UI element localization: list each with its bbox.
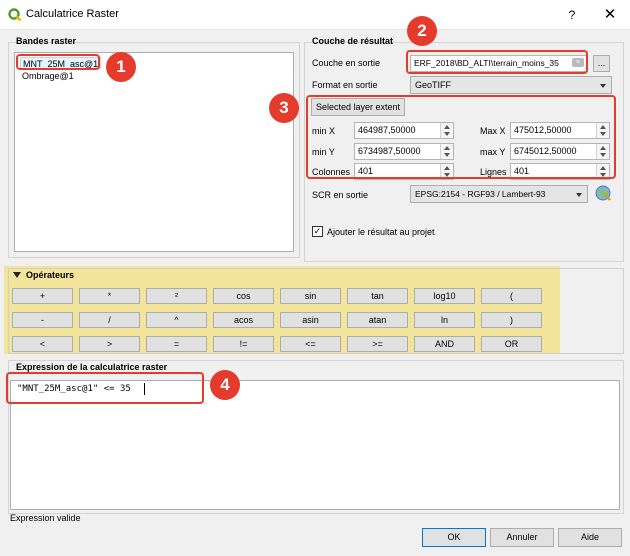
marker-2: 2 (407, 16, 437, 46)
operator-button[interactable]: <= (280, 336, 341, 352)
qgis-logo-icon (8, 8, 22, 22)
output-layer-label: Couche en sortie (312, 58, 381, 68)
highlight-box-3 (306, 95, 616, 179)
collapse-arrow-icon[interactable] (13, 272, 21, 278)
add-to-project-checkbox[interactable]: ✓ (312, 226, 323, 237)
status-text: Expression valide (10, 513, 81, 523)
operator-button[interactable]: cos (213, 288, 274, 304)
operator-button[interactable]: + (12, 288, 73, 304)
operator-button[interactable]: ( (481, 288, 542, 304)
highlight-box-1 (16, 54, 100, 70)
bands-list[interactable]: MNT_25M_asc@1 Ombrage@1 (14, 52, 294, 252)
browse-button[interactable]: ... (593, 55, 610, 72)
add-to-project-label: Ajouter le résultat au projet (327, 227, 435, 237)
operator-button[interactable]: ^ (146, 312, 207, 328)
operator-button[interactable]: atan (347, 312, 408, 328)
operator-button[interactable]: * (79, 288, 140, 304)
marker-1: 1 (106, 52, 136, 82)
crs-label: SCR en sortie (312, 190, 369, 200)
highlight-box-4 (6, 372, 204, 404)
operator-button[interactable]: >= (347, 336, 408, 352)
result-group-title: Couche de résultat (312, 36, 394, 46)
operator-button[interactable]: ) (481, 312, 542, 328)
format-select[interactable]: GeoTIFF (410, 76, 612, 94)
operator-button[interactable]: asin (280, 312, 341, 328)
operators-group-title: Opérateurs (26, 270, 75, 280)
operator-button[interactable]: != (213, 336, 274, 352)
operator-button[interactable]: OR (481, 336, 542, 352)
operator-button[interactable]: log10 (414, 288, 475, 304)
operator-button[interactable]: ln (414, 312, 475, 328)
expression-group-title: Expression de la calculatrice raster (16, 362, 168, 372)
crs-value: EPSG:2154 - RGF93 / Lambert-93 (415, 189, 546, 199)
help-button[interactable]: Aide (558, 528, 622, 547)
operator-button[interactable]: / (79, 312, 140, 328)
bands-group-title: Bandes raster (16, 36, 77, 46)
operator-button[interactable]: sin (280, 288, 341, 304)
ok-button[interactable]: OK (422, 528, 486, 547)
operator-button[interactable]: tan (347, 288, 408, 304)
operator-button[interactable]: acos (213, 312, 274, 328)
chevron-down-icon (576, 193, 582, 197)
window-title: Calculatrice Raster (26, 8, 119, 20)
title-bar: Calculatrice Raster ? ✕ (0, 0, 630, 30)
operator-button[interactable]: AND (414, 336, 475, 352)
operator-button[interactable]: - (12, 312, 73, 328)
highlight-box-2 (406, 50, 588, 74)
marker-3: 3 (269, 93, 299, 123)
chevron-down-icon (600, 84, 606, 88)
crs-selector-icon[interactable] (594, 184, 612, 202)
operator-button[interactable]: ² (146, 288, 207, 304)
operator-button[interactable]: = (146, 336, 207, 352)
marker-4: 4 (210, 370, 240, 400)
operator-button[interactable]: > (79, 336, 140, 352)
format-label: Format en sortie (312, 80, 378, 90)
crs-select[interactable]: EPSG:2154 - RGF93 / Lambert-93 (410, 185, 588, 203)
band-item-ombrage[interactable]: Ombrage@1 (20, 70, 76, 82)
operator-button[interactable]: < (12, 336, 73, 352)
help-title-button[interactable]: ? (560, 5, 584, 25)
cancel-button[interactable]: Annuler (490, 528, 554, 547)
close-button[interactable]: ✕ (598, 5, 622, 25)
format-value: GeoTIFF (415, 80, 452, 90)
